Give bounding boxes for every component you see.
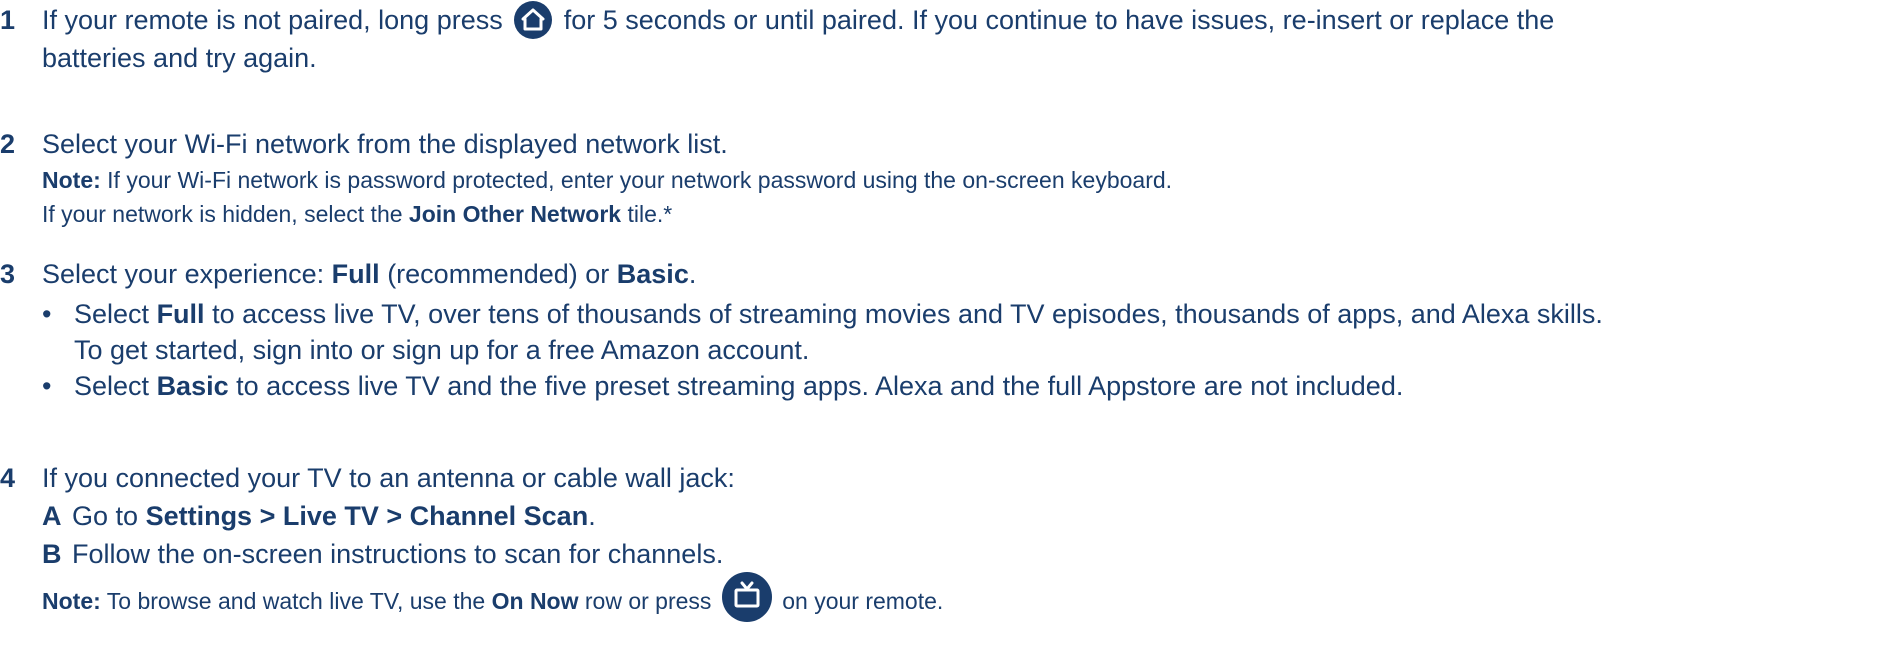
step-note: Note: To browse and watch live TV, use t…: [42, 572, 944, 628]
bullet-text-part: to access live TV, over tens of thousand…: [212, 299, 1603, 329]
step-text: If your remote is not paired, long press…: [42, 0, 1555, 41]
step-number: 3: [0, 259, 16, 289]
substep-text: Go to: [72, 501, 139, 531]
join-other-network-label: Join Other Network: [408, 201, 622, 227]
full-label: Full: [331, 259, 380, 289]
note-text: If your Wi-Fi network is password protec…: [107, 167, 1173, 193]
step-number: 4: [0, 463, 16, 493]
step-text: Select your Wi-Fi network from the displ…: [42, 129, 728, 159]
substep-letter: B: [42, 539, 62, 569]
step-text: Select your experience: Full (recommende…: [42, 256, 696, 292]
basic-label: Basic: [616, 259, 689, 289]
home-icon: [514, 0, 553, 39]
note-text: To browse and watch live TV, use the: [106, 588, 486, 615]
step-text-part: (recommended) or: [387, 259, 610, 289]
substep-text: .: [588, 501, 596, 531]
bullet-icon: •: [42, 299, 52, 329]
bullet-text-part: to access live TV and the five preset st…: [236, 371, 1404, 401]
substep-letter: A: [42, 501, 62, 531]
step-text-continued: batteries and try again.: [42, 43, 317, 73]
substep-b: B Follow the on-screen instructions to sc…: [42, 536, 723, 572]
step-text: If you connected your TV to an antenna o…: [42, 463, 735, 493]
bullet-icon: •: [42, 371, 52, 401]
bullet-full: Select Full to access live TV, over tens…: [74, 296, 1603, 332]
substep-text: Follow the on-screen instructions to sca…: [72, 539, 724, 569]
note-text: row or press: [584, 588, 712, 615]
step-text-part: If your remote is not paired, long press: [42, 5, 503, 35]
bullet-text-part: Select: [74, 371, 150, 401]
step-number: 1: [0, 5, 16, 35]
step-number: 2: [0, 129, 16, 159]
step-hidden-network: If your network is hidden, select the Jo…: [42, 198, 672, 230]
note-label: Note:: [42, 167, 101, 193]
bullet-text-part: Select: [74, 299, 150, 329]
note-label: Note:: [42, 588, 101, 615]
bullet-bold: Full: [156, 299, 205, 329]
step-text-part: .: [688, 259, 697, 289]
bullet-basic: Select Basic to access live TV and the f…: [74, 368, 1403, 404]
step-text-part: for 5 seconds or until paired. If you co…: [563, 5, 1555, 35]
step-text-part: Select your experience:: [42, 259, 325, 289]
instructions-page: 1 If your remote is not paired, long pre…: [0, 0, 1878, 667]
on-now-label: On Now: [491, 588, 579, 615]
settings-path: Settings > Live TV > Channel Scan: [145, 501, 589, 531]
live-tv-icon: [721, 572, 772, 622]
hidden-text-part: If your network is hidden, select the: [42, 201, 403, 227]
note-text: on your remote.: [782, 588, 944, 615]
hidden-text-part: tile.*: [627, 201, 673, 227]
bullet-bold: Basic: [156, 371, 229, 401]
substep-a: A Go to Settings > Live TV > Channel Scan…: [42, 498, 596, 534]
bullet-full-continued: To get started, sign into or sign up for…: [74, 335, 810, 365]
step-note: Note: If your Wi-Fi network is password …: [42, 164, 1172, 196]
